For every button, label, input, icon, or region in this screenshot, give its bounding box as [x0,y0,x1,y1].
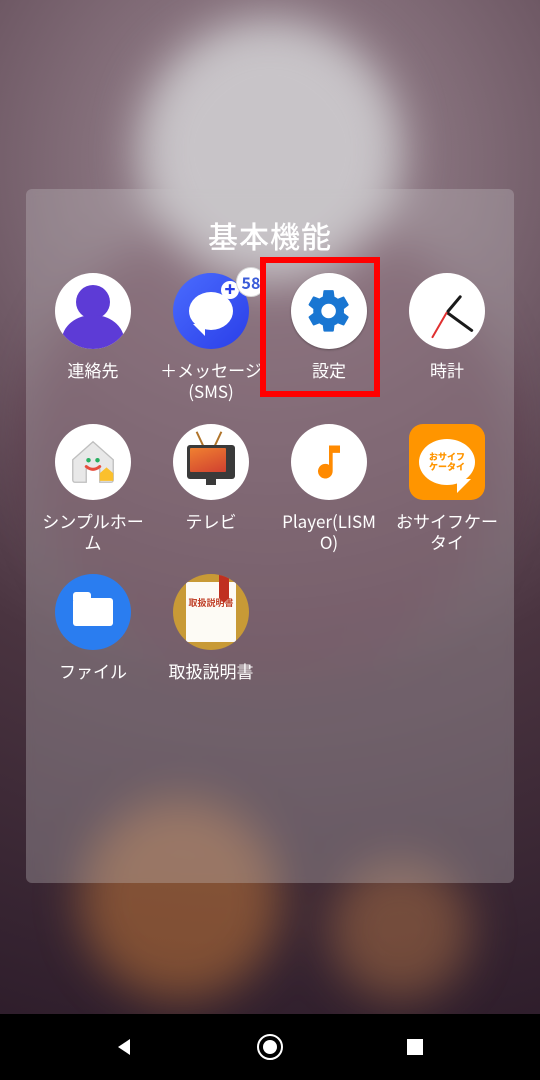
app-clock[interactable]: 時計 [388,273,506,402]
house-icon [66,435,120,489]
folder-icon [73,598,113,626]
app-label: ファイル [59,660,127,681]
manual-icon: 取扱説明書 [173,574,249,650]
files-icon [55,574,131,650]
app-label: ＋メッセージ(SMS) [155,359,267,402]
folder-title: 基本機能 [26,213,514,257]
highlight-box [260,257,380,397]
app-plus-message[interactable]: 58 + ＋メッセージ(SMS) [152,273,270,402]
simple-home-icon [55,424,131,500]
app-label: シンプルホーム [37,510,149,553]
app-player-lismo[interactable]: Player(LISMO) [270,424,388,553]
music-player-icon [291,424,367,500]
app-simple-home[interactable]: シンプルホーム [34,424,152,553]
contacts-icon [55,273,131,349]
app-label: 取扱説明書 [169,660,254,681]
home-circle-icon [255,1032,285,1062]
nav-recent-button[interactable] [395,1027,435,1067]
app-label: 時計 [430,359,464,380]
app-manual[interactable]: 取扱説明書 取扱説明書 [152,574,270,681]
app-settings[interactable]: 設定 [270,273,388,402]
app-tv[interactable]: テレビ [152,424,270,553]
app-label: おサイフケータイ [391,510,503,553]
navigation-bar [0,1014,540,1080]
tv-icon [173,424,249,500]
recent-square-icon [404,1036,426,1058]
clock-icon [409,273,485,349]
nav-home-button[interactable] [250,1027,290,1067]
app-osaifu-keitai[interactable]: おサイフ ケータイ おサイフケータイ [388,424,506,553]
app-label: 連絡先 [68,359,119,380]
app-label: Player(LISMO) [273,510,385,553]
back-triangle-icon [113,1035,137,1059]
app-contacts[interactable]: 連絡先 [34,273,152,402]
music-note-icon [307,440,351,484]
app-label: テレビ [186,510,237,531]
app-files[interactable]: ファイル [34,574,152,681]
app-folder-panel[interactable]: 基本機能 連絡先 58 + ＋メッセージ(SMS) 設定 [26,189,514,883]
osaifu-keitai-icon: おサイフ ケータイ [409,424,485,500]
app-grid: 連絡先 58 + ＋メッセージ(SMS) 設定 [26,273,514,681]
nav-back-button[interactable] [105,1027,145,1067]
